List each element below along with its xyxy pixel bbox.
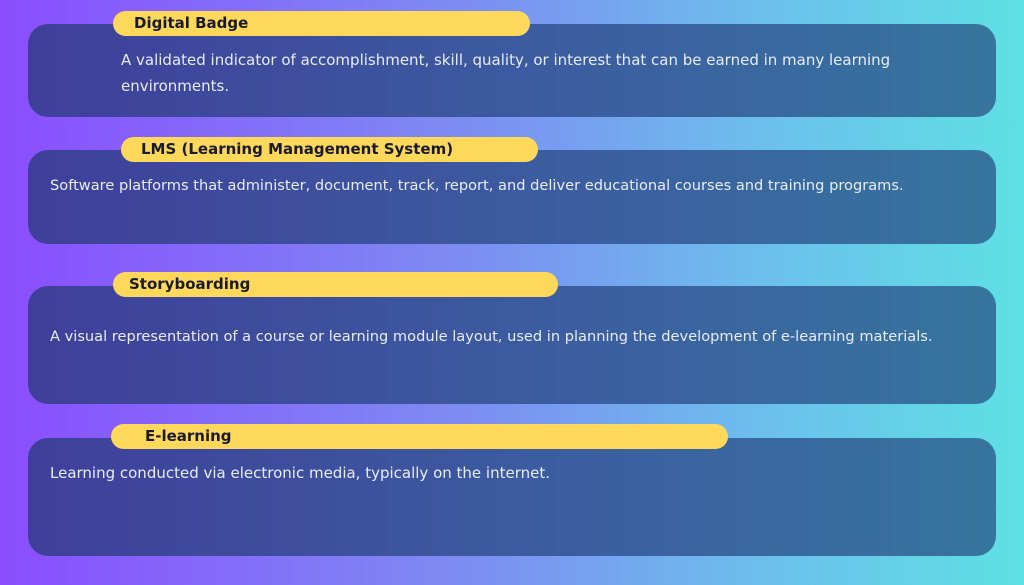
term-description: Software platforms that administer, docu… xyxy=(50,177,904,194)
term-title: E-learning xyxy=(111,424,728,449)
term-title: Storyboarding xyxy=(113,272,558,297)
term-description: A validated indicator of accomplishment,… xyxy=(121,51,891,95)
term-description: A visual representation of a course or l… xyxy=(50,328,933,345)
term-title: LMS (Learning Management System) xyxy=(121,137,538,162)
term-description: Learning conducted via electronic media,… xyxy=(50,464,550,482)
term-title: Digital Badge xyxy=(113,11,530,36)
glossary-card-e-learning xyxy=(28,438,996,556)
